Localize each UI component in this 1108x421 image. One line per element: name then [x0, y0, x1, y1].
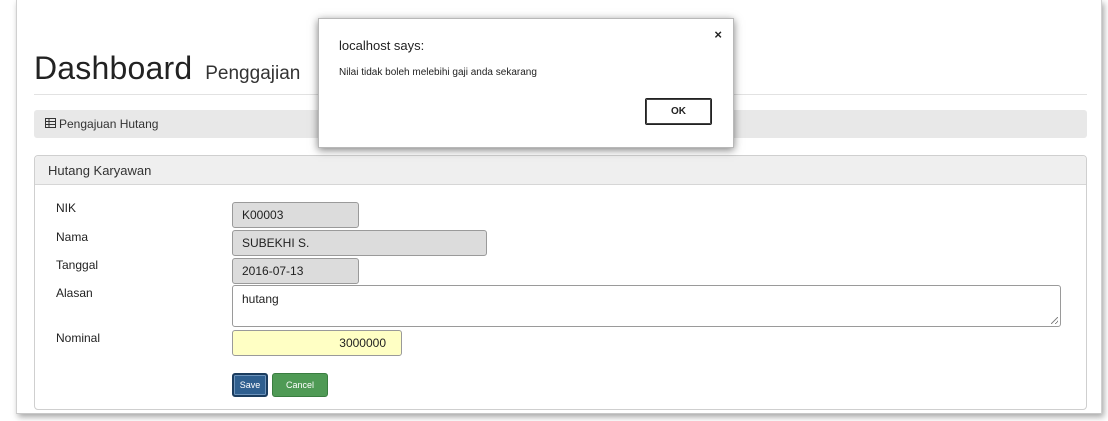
tanggal-label: Tanggal	[56, 258, 99, 272]
alasan-textarea[interactable]: hutang	[232, 285, 1061, 327]
tanggal-field[interactable]: 2016-07-13	[232, 258, 359, 284]
breadcrumb-label: Pengajuan Hutang	[59, 117, 159, 131]
nama-field[interactable]: SUBEKHI S.	[232, 230, 487, 256]
alasan-value: hutang	[242, 292, 279, 306]
nik-field[interactable]: K00003	[232, 202, 359, 228]
table-icon	[45, 117, 56, 131]
nominal-field[interactable]: 3000000	[232, 330, 402, 356]
page-title: Dashboard Penggajian	[34, 50, 300, 87]
page-title-main: Dashboard	[34, 50, 193, 86]
dialog-message: Nilai tidak boleh melebihi gaji anda sek…	[339, 67, 537, 78]
hutang-panel: Hutang Karyawan NIK K00003 Nama SUBEKHI …	[34, 155, 1087, 410]
nama-label: Nama	[56, 230, 89, 244]
save-button[interactable]: Save	[232, 373, 268, 397]
cancel-button[interactable]: Cancel	[272, 373, 328, 397]
resize-handle-icon[interactable]	[1051, 317, 1058, 324]
nik-label: NIK	[56, 201, 77, 215]
page-subtitle: Penggajian	[205, 63, 301, 84]
alert-dialog: localhost says: × Nilai tidak boleh mele…	[318, 18, 734, 148]
close-icon[interactable]: ×	[714, 27, 722, 42]
dialog-title: localhost says:	[339, 38, 425, 53]
nominal-label: Nominal	[56, 331, 101, 345]
ok-button[interactable]: OK	[645, 98, 712, 125]
panel-title: Hutang Karyawan	[35, 156, 1086, 185]
alasan-label: Alasan	[56, 286, 93, 300]
